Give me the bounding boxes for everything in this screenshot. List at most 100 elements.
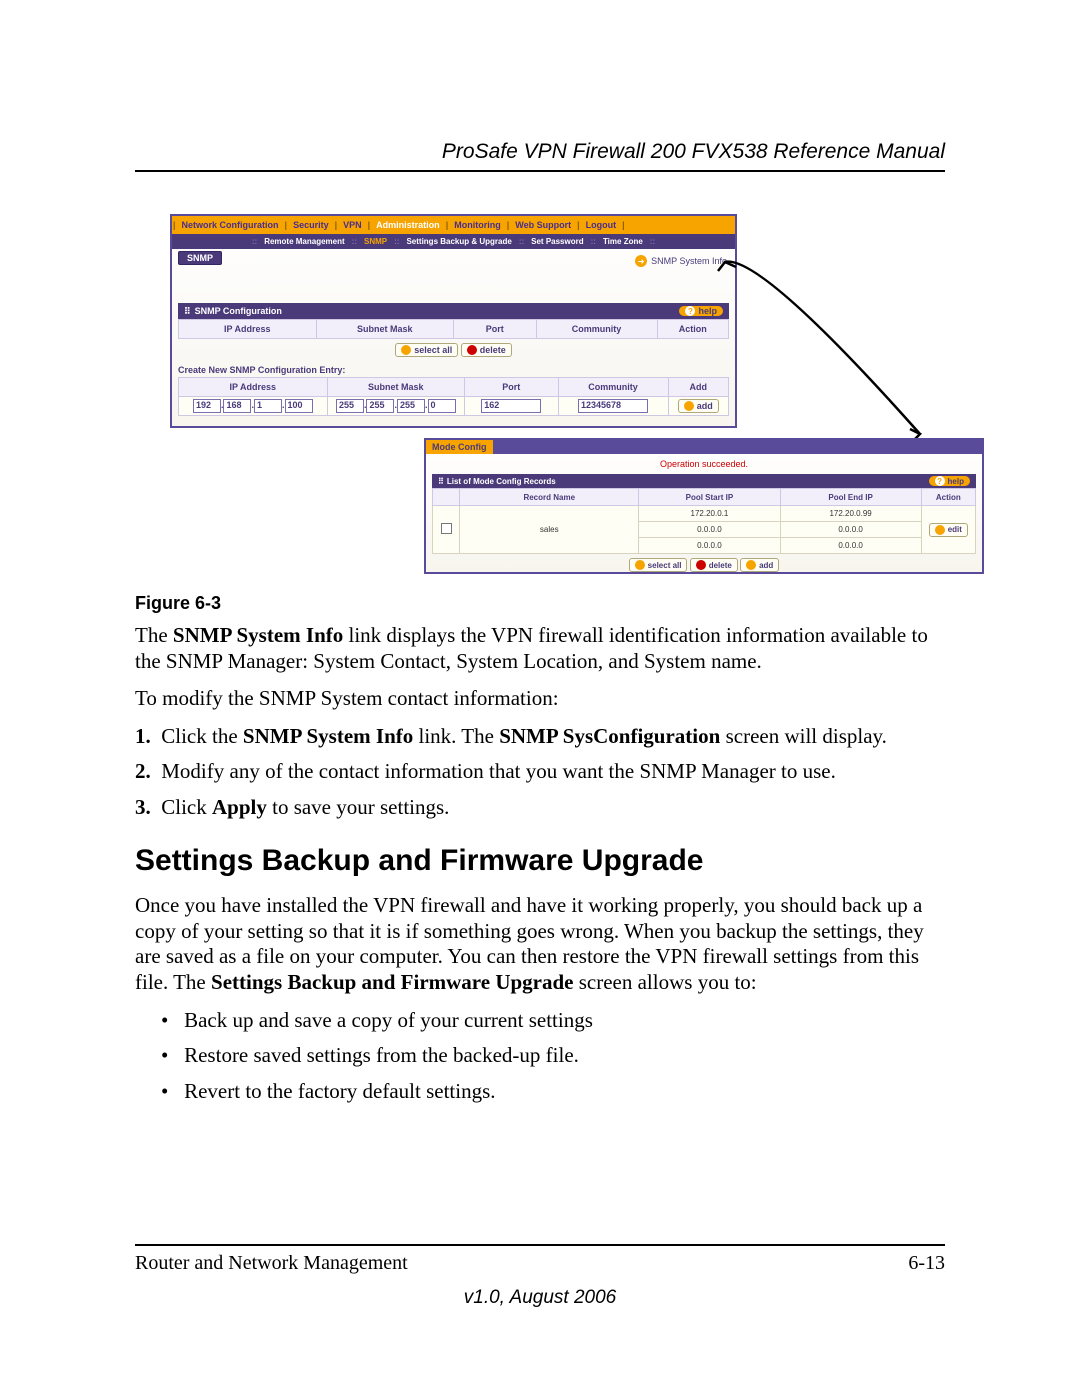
subtab-time-zone[interactable]: Time Zone xyxy=(601,237,645,246)
b3-text: Revert to the factory default settings. xyxy=(184,1079,495,1103)
x-icon xyxy=(696,560,706,570)
mode-config-tab[interactable]: Mode Config xyxy=(426,440,493,454)
grip-icon: ⠿ xyxy=(438,477,444,486)
mc-col-end: Pool End IP xyxy=(780,489,921,506)
subtab-remote-mgmt[interactable]: Remote Management xyxy=(262,237,346,246)
mc-r3-start: 0.0.0.0 xyxy=(639,538,780,554)
step-2: 2. Modify any of the contact information… xyxy=(135,759,945,785)
ip-octet-3[interactable]: 1 xyxy=(254,399,282,413)
bullet-2: • Restore saved settings from the backed… xyxy=(135,1043,945,1069)
tab-administration[interactable]: Administration xyxy=(371,220,445,230)
mc-r3-end: 0.0.0.0 xyxy=(780,538,921,554)
tab-web-support[interactable]: Web Support xyxy=(510,220,576,230)
snmp-config-section-bar: ⠿ SNMP Configuration ? help xyxy=(178,303,729,319)
row-checkbox[interactable] xyxy=(441,523,452,534)
col-action: Action xyxy=(657,320,729,339)
snmp-config-panel: | Network Configuration| Security| VPN| … xyxy=(170,214,737,428)
figure-6-3: | Network Configuration| Security| VPN| … xyxy=(170,214,980,579)
subtab-snmp[interactable]: SNMP xyxy=(362,237,389,246)
edit-button[interactable]: edit xyxy=(929,523,968,537)
tab-network-config[interactable]: Network Configuration xyxy=(177,220,284,230)
b2-text: Restore saved settings from the backed-u… xyxy=(184,1043,579,1067)
paragraph-1: The SNMP System Info link displays the V… xyxy=(135,623,945,674)
tab-monitoring[interactable]: Monitoring xyxy=(449,220,506,230)
snmp-create-table: IP Address Subnet Mask Port Community Ad… xyxy=(178,377,729,416)
mc-col-name: Record Name xyxy=(460,489,639,506)
mc-r1-start: 172.20.0.1 xyxy=(639,506,780,522)
x-icon xyxy=(467,345,477,355)
community-input[interactable]: 12345678 xyxy=(578,399,648,413)
ip-octet-1[interactable]: 192 xyxy=(193,399,221,413)
mc-delete-label: delete xyxy=(709,561,732,570)
tab-security[interactable]: Security xyxy=(288,220,334,230)
mode-config-list-bar: ⠿List of Mode Config Records ?help xyxy=(432,474,976,488)
s3a: Click xyxy=(161,795,212,819)
footer-version: v1.0, August 2006 xyxy=(135,1287,945,1309)
paragraph-3: Once you have installed the VPN firewall… xyxy=(135,893,945,995)
col2-add: Add xyxy=(668,378,729,397)
mc-add-label: add xyxy=(759,561,773,570)
select-all-button[interactable]: select all xyxy=(395,343,458,357)
bullet-1: • Back up and save a copy of your curren… xyxy=(135,1008,945,1034)
step-2-num: 2. xyxy=(135,759,151,783)
section-heading: Settings Backup and Firmware Upgrade xyxy=(135,843,945,880)
s1e: screen will display. xyxy=(720,724,887,748)
mask-octet-4[interactable]: 0 xyxy=(428,399,456,413)
snmp-config-table: IP Address Subnet Mask Port Community Ac… xyxy=(178,319,729,339)
mc-col-action: Action xyxy=(921,489,975,506)
mc-col-check xyxy=(433,489,460,506)
step-1: 1. Click the SNMP System Info link. The … xyxy=(135,724,945,750)
operation-succeeded-msg: Operation succeeded. xyxy=(426,454,982,474)
snmp-system-info-link[interactable]: ➜ SNMP System Info xyxy=(635,255,727,267)
col-community: Community xyxy=(536,320,657,339)
add-button[interactable]: add xyxy=(678,399,719,413)
check-icon xyxy=(635,560,645,570)
col2-mask: Subnet Mask xyxy=(327,378,465,397)
tab-vpn[interactable]: VPN xyxy=(338,220,367,230)
b1-text: Back up and save a copy of your current … xyxy=(184,1008,593,1032)
mc-select-all-button[interactable]: select all xyxy=(629,558,688,572)
tab-logout[interactable]: Logout xyxy=(581,220,622,230)
snmp-tab-pill[interactable]: SNMP xyxy=(178,251,222,265)
mc-r2-end: 0.0.0.0 xyxy=(780,522,921,538)
question-icon: ? xyxy=(935,476,945,486)
ip-octet-4[interactable]: 100 xyxy=(285,399,313,413)
bullet-3: • Revert to the factory default settings… xyxy=(135,1079,945,1105)
footer-rule xyxy=(135,1244,945,1246)
edit-label: edit xyxy=(948,525,962,534)
subtab-settings-backup[interactable]: Settings Backup & Upgrade xyxy=(404,237,513,246)
delete-label: delete xyxy=(480,345,506,355)
mc-add-button[interactable]: add xyxy=(740,558,779,572)
help-button-2[interactable]: ?help xyxy=(929,476,970,486)
plus-icon xyxy=(684,401,694,411)
p3b: Settings Backup and Firmware Upgrade xyxy=(211,970,573,994)
col2-community: Community xyxy=(558,378,668,397)
grip-icon: ⠿ xyxy=(184,306,191,317)
col2-port: Port xyxy=(465,378,559,397)
col-port: Port xyxy=(454,320,537,339)
mc-delete-button[interactable]: delete xyxy=(690,558,738,572)
running-header: ProSafe VPN Firewall 200 FVX538 Referenc… xyxy=(135,140,945,164)
add-label: add xyxy=(697,401,713,411)
step-3-num: 3. xyxy=(135,795,151,819)
mask-octet-1[interactable]: 255 xyxy=(336,399,364,413)
pencil-icon xyxy=(935,525,945,535)
subtab-set-password[interactable]: Set Password xyxy=(529,237,585,246)
figure-caption: Figure 6-3 xyxy=(135,593,945,615)
mc-r2-start: 0.0.0.0 xyxy=(639,522,780,538)
help-button[interactable]: ? help xyxy=(679,306,723,316)
ip-octet-2[interactable]: 168 xyxy=(223,399,251,413)
s1c: link. The xyxy=(413,724,499,748)
footer-chapter: Router and Network Management xyxy=(135,1252,408,1275)
s2: Modify any of the contact information th… xyxy=(161,759,836,783)
p3c: screen allows you to: xyxy=(573,970,756,994)
snmp-system-info-label: SNMP System Info xyxy=(651,256,727,266)
col2-ip: IP Address xyxy=(179,378,328,397)
p1-bold: SNMP System Info xyxy=(173,623,343,647)
mask-octet-2[interactable]: 255 xyxy=(366,399,394,413)
s3c: to save your settings. xyxy=(267,795,450,819)
delete-button[interactable]: delete xyxy=(461,343,512,357)
port-input[interactable]: 162 xyxy=(481,399,541,413)
mc-r1-end: 172.20.0.99 xyxy=(780,506,921,522)
mask-octet-3[interactable]: 255 xyxy=(397,399,425,413)
